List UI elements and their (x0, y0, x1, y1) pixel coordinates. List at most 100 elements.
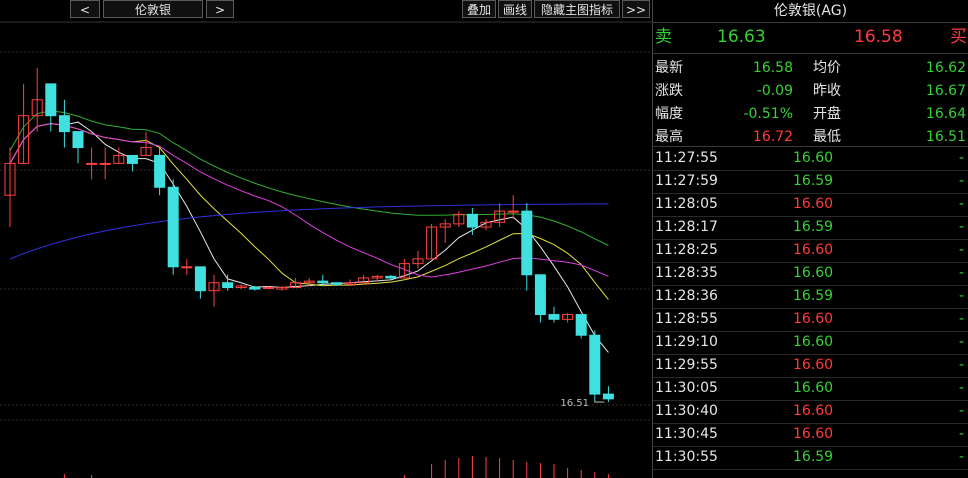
tick-time: 11:28:25 (655, 242, 718, 258)
tick-tail: - (958, 173, 964, 189)
kline-svg[interactable]: 16.51 (0, 0, 652, 478)
sell-label[interactable]: 卖 (655, 26, 672, 49)
buy-price[interactable]: 16.58 (854, 26, 903, 49)
tick-time: 11:27:55 (655, 150, 718, 166)
tick-price: 16.60 (793, 150, 834, 166)
tick-price: 16.60 (793, 265, 834, 281)
tick-time: 11:28:55 (655, 311, 718, 327)
candle-body (58, 115, 70, 133)
hide-indicator-button[interactable]: 隐藏主图指标 (534, 0, 620, 18)
overlay-button[interactable]: 叠加 (462, 0, 496, 18)
stat-value: 16.67 (925, 83, 966, 99)
candle-body (126, 154, 138, 164)
tick-row: 11:28:05 16.60 - (653, 193, 968, 217)
candle-body (167, 186, 179, 268)
tick-tail: - (958, 288, 964, 304)
tick-tail: - (958, 357, 964, 373)
tick-tail: - (958, 196, 964, 212)
tick-price: 16.59 (793, 288, 834, 304)
next-symbol-button[interactable]: > (206, 0, 234, 18)
ma40-line (9, 110, 609, 246)
tick-time: 11:30:55 (655, 449, 718, 465)
candle-body (466, 213, 478, 228)
candle-body (154, 154, 166, 188)
stat-label: 最新 (655, 60, 683, 76)
candle-body (521, 210, 533, 276)
ma20-line (9, 123, 609, 278)
tick-price: 16.60 (793, 380, 834, 396)
tick-tail: - (958, 426, 964, 442)
stat-label: 涨跌 (655, 83, 683, 99)
candle-body (181, 266, 193, 269)
tick-row: 11:28:55 16.60 - (653, 308, 968, 332)
tick-time: 11:28:35 (655, 265, 718, 281)
tick-tail: - (958, 265, 964, 281)
buy-label[interactable]: 买 (950, 26, 967, 49)
tick-row: 11:28:25 16.60 - (653, 239, 968, 263)
tick-price: 16.59 (793, 173, 834, 189)
tick-time: 11:29:55 (655, 357, 718, 373)
stat-value: 16.64 (925, 106, 966, 122)
candle-body (222, 282, 234, 288)
tick-time: 11:30:40 (655, 403, 718, 419)
tick-row: 11:30:45 16.60 - (653, 423, 968, 447)
tick-tail: - (958, 449, 964, 465)
tick-price: 16.60 (793, 357, 834, 373)
stat-label: 昨收 (813, 83, 841, 99)
tick-price: 16.60 (793, 403, 834, 419)
candle-body (385, 275, 397, 279)
tick-tail: - (958, 219, 964, 235)
tick-tail: - (958, 242, 964, 258)
tick-row: 11:28:17 16.59 - (653, 216, 968, 240)
tick-price: 16.60 (793, 334, 834, 350)
tick-row: 11:30:05 16.60 - (653, 377, 968, 401)
tick-row: 11:29:10 16.60 - (653, 331, 968, 355)
tick-time: 11:30:05 (655, 380, 718, 396)
tick-time: 11:30:45 (655, 426, 718, 442)
stat-label: 均价 (813, 60, 841, 76)
candle-body (534, 274, 546, 316)
stat-label: 开盘 (813, 106, 841, 122)
sell-price[interactable]: 16.63 (717, 26, 766, 49)
tick-row: 11:28:35 16.60 - (653, 262, 968, 286)
candle-body (575, 314, 587, 336)
candle-body (317, 280, 329, 284)
stat-value: 16.62 (925, 60, 966, 76)
candle-body (548, 314, 560, 320)
prev-symbol-button[interactable]: < (70, 0, 100, 18)
divider (653, 22, 968, 23)
candle-body (249, 287, 261, 290)
quote-title: 伦敦银(AG) (773, 3, 848, 19)
candle-body (45, 83, 57, 117)
tick-time: 11:27:59 (655, 173, 718, 189)
divider (653, 53, 968, 54)
candle-body (99, 162, 111, 165)
tick-price: 16.60 (793, 311, 834, 327)
tick-tail: - (958, 380, 964, 396)
tick-price: 16.59 (793, 219, 834, 235)
stat-label: 幅度 (655, 106, 683, 122)
tick-tail: - (958, 403, 964, 419)
tick-price: 16.60 (793, 196, 834, 212)
stat-value: -0.09 (756, 83, 793, 99)
candle-body (86, 162, 98, 165)
stat-value: -0.51% (743, 106, 793, 122)
symbol-label[interactable]: 伦敦银 (103, 0, 203, 18)
tick-time: 11:28:17 (655, 219, 718, 235)
candle-body (72, 131, 84, 149)
more-button[interactable]: >> (622, 0, 650, 18)
candle-body (262, 287, 274, 289)
kline-chart[interactable]: 16.51 < 伦敦银 > 叠加 画线 隐藏主图指标 >> (0, 0, 652, 478)
tick-time: 11:28:05 (655, 196, 718, 212)
tick-tail: - (958, 334, 964, 350)
tick-row: 11:27:59 16.59 - (653, 170, 968, 194)
tick-tail: - (958, 150, 964, 166)
tick-row: 11:27:55 16.60 - (653, 147, 968, 171)
low-marker-label: 16.51 (560, 398, 589, 409)
tick-time: 11:28:36 (655, 288, 718, 304)
tick-row: 11:30:55 16.59 - (653, 446, 968, 470)
draw-line-button[interactable]: 画线 (498, 0, 532, 18)
candle-body (194, 266, 206, 292)
candle-body (507, 210, 519, 213)
tick-row: 11:28:36 16.59 - (653, 285, 968, 309)
